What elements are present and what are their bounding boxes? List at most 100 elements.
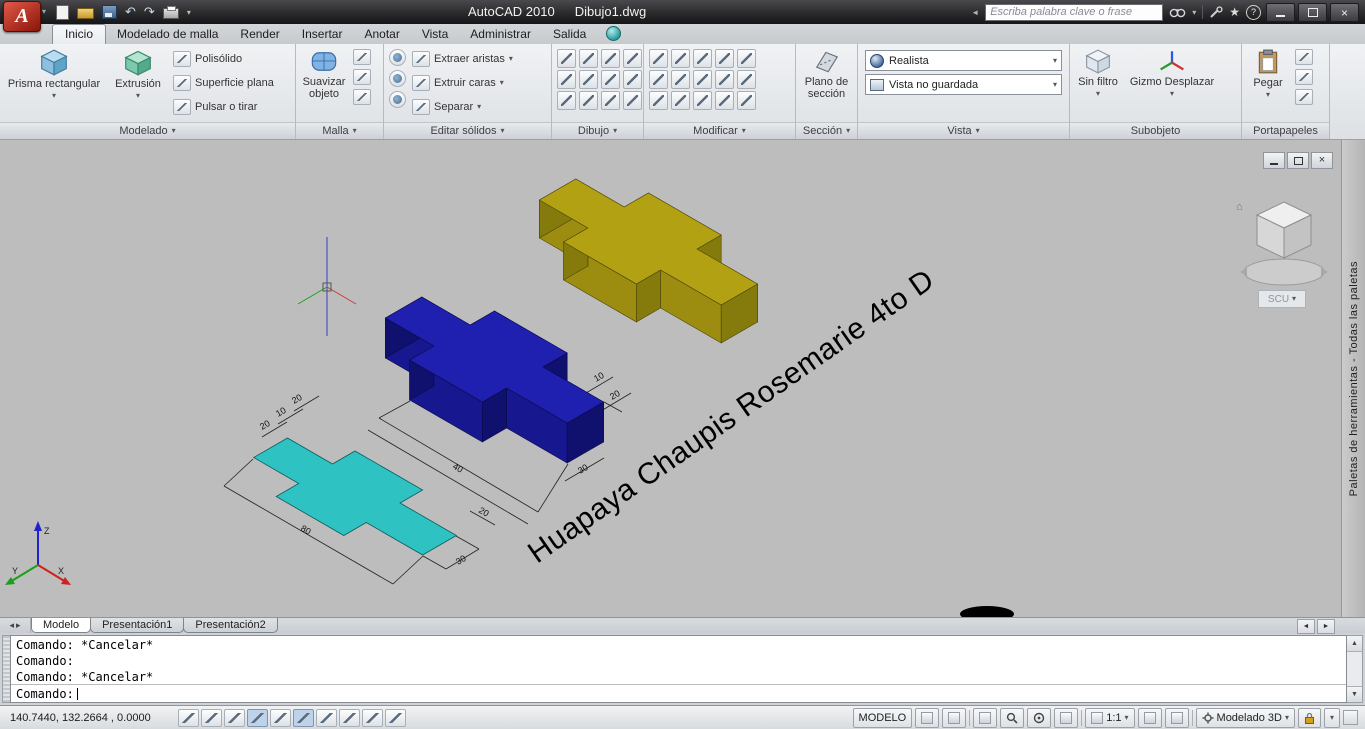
boolean-operation-icon[interactable] <box>389 91 406 108</box>
draw-tool-icon[interactable] <box>557 49 576 68</box>
quick-view-layouts-button[interactable] <box>915 707 940 728</box>
layout-tab-scroll-control[interactable]: ◂ ▸ <box>0 618 31 633</box>
command-scrollbar[interactable]: ▲ ▼ <box>1347 635 1363 703</box>
annotation-visibility-button[interactable] <box>1137 707 1162 728</box>
viewcube[interactable]: ⌂ <box>1232 188 1336 300</box>
dim-text[interactable]: 40 <box>451 461 465 475</box>
status-toggle-icon[interactable] <box>178 708 199 727</box>
gizmo-desplazar-button[interactable]: Gizmo Desplazar ▾ <box>1124 47 1220 98</box>
dim-text[interactable]: 30 <box>454 553 468 567</box>
panel-label-subobjeto[interactable]: Subobjeto <box>1070 122 1241 139</box>
polisolido-button[interactable]: Polisólido <box>170 47 277 71</box>
panel-label-modificar[interactable]: Modificar ▾ <box>644 122 795 139</box>
tab-administrar[interactable]: Administrar <box>459 25 542 44</box>
tool-palettes-bar[interactable]: Paletas de herramientas - Todas las pale… <box>1341 140 1365 617</box>
zoom-button[interactable] <box>1000 707 1025 728</box>
viewcube-home-icon[interactable]: ⌂ <box>1236 201 1243 213</box>
tab-salida[interactable]: Salida <box>542 25 597 44</box>
modify-tool-icon[interactable] <box>671 91 690 110</box>
pegar-button[interactable]: Pegar ▾ <box>1244 47 1292 99</box>
draw-tool-icon[interactable] <box>623 70 642 89</box>
draw-tool-icon[interactable] <box>601 70 620 89</box>
draw-tool-icon[interactable] <box>557 70 576 89</box>
dim-text[interactable]: 80 <box>299 523 313 537</box>
quick-view-drawings-button[interactable] <box>942 707 967 728</box>
viewcube-rotate-right-icon[interactable] <box>1321 268 1328 276</box>
panel-label-vista[interactable]: Vista ▾ <box>858 122 1069 139</box>
boolean-operation-icon[interactable] <box>389 49 406 66</box>
tab-anotar[interactable]: Anotar <box>353 25 410 44</box>
toolbar-lock-button[interactable] <box>1297 707 1321 728</box>
solid-blue[interactable] <box>384 296 605 464</box>
scu-dropdown[interactable]: SCU ▾ <box>1258 290 1306 308</box>
restore-button[interactable] <box>1298 3 1327 22</box>
command-history[interactable]: Comando: *Cancelar* Comando: Comando: *C… <box>11 636 1346 684</box>
visual-style-dropdown[interactable]: Realista ▾ <box>865 50 1062 71</box>
suavizar-objeto-button[interactable]: Suavizar objeto <box>298 47 350 100</box>
sin-filtro-button[interactable]: Sin filtro ▾ <box>1072 47 1124 98</box>
communication-center-icon[interactable] <box>1209 5 1223 19</box>
modify-tool-icon[interactable] <box>649 49 668 68</box>
status-toggle-icon[interactable] <box>224 708 245 727</box>
draw-tool-icon[interactable] <box>623 49 642 68</box>
draw-tool-icon[interactable] <box>623 91 642 110</box>
modify-tool-icon[interactable] <box>649 91 668 110</box>
drawing-viewport[interactable]: 20 10 20 80 30 20 40 30 10 20 Huapaya Ch… <box>0 140 1365 617</box>
dim-text[interactable]: 20 <box>258 418 272 432</box>
modify-tool-icon[interactable] <box>671 70 690 89</box>
named-view-dropdown[interactable]: Vista no guardada ▾ <box>865 74 1062 95</box>
status-toggle-icon[interactable] <box>247 708 268 727</box>
status-toggle-icon[interactable] <box>201 708 222 727</box>
model-space-button[interactable]: MODELO <box>852 707 913 728</box>
autoscale-button[interactable] <box>1164 707 1189 728</box>
command-input-line[interactable]: Comando: <box>11 684 1346 702</box>
new-drawing-icon[interactable] <box>56 4 69 20</box>
scroll-down-button[interactable]: ▼ <box>1347 686 1362 702</box>
application-menu-button[interactable]: A <box>3 1 41 32</box>
express-tools-icon[interactable] <box>606 26 622 41</box>
coordinates-readout[interactable]: 140.7440, 132.2664 , 0.0000 <box>4 712 174 724</box>
tab-vista[interactable]: Vista <box>411 25 459 44</box>
solid-yellow[interactable] <box>538 178 759 344</box>
workspace-switcher[interactable]: Modelado 3D ▾ <box>1195 707 1295 728</box>
draw-tool-icon[interactable] <box>601 49 620 68</box>
extrusion-button[interactable]: Extrusión ▾ <box>106 47 170 100</box>
superficie-plana-button[interactable]: Superficie plana <box>170 71 277 95</box>
redo-icon[interactable]: ↷ <box>144 5 155 19</box>
help-icon[interactable]: ? <box>1246 4 1261 20</box>
infocenter-collapse-icon[interactable]: ◄ <box>971 8 979 17</box>
dim-text[interactable]: 20 <box>290 392 304 406</box>
clean-screen-button[interactable] <box>1343 710 1358 725</box>
modify-tool-icon[interactable] <box>737 91 756 110</box>
clipboard-tool-icon[interactable] <box>1295 69 1313 85</box>
status-toggle-icon[interactable] <box>293 708 314 727</box>
modify-tool-icon[interactable] <box>715 70 734 89</box>
app-menu-caret-icon[interactable]: ▾ <box>42 7 46 16</box>
mesh-tool-icon[interactable] <box>353 49 371 65</box>
pulsar-o-tirar-button[interactable]: Pulsar o tirar <box>170 95 277 119</box>
drawing-object-blob[interactable] <box>960 606 1014 617</box>
drawing-restore-button[interactable] <box>1287 152 1309 169</box>
tab-inicio[interactable]: Inicio <box>52 24 107 44</box>
undo-icon[interactable]: ↶ <box>125 5 136 19</box>
modify-tool-icon[interactable] <box>737 49 756 68</box>
dim-text[interactable]: 10 <box>592 370 606 384</box>
command-window-grip[interactable] <box>2 635 10 703</box>
boolean-operation-icon[interactable] <box>389 70 406 87</box>
viewcube-rotate-left-icon[interactable] <box>1240 268 1247 276</box>
status-toggle-icon[interactable] <box>270 708 291 727</box>
drawing-minimize-button[interactable] <box>1263 152 1285 169</box>
binoculars-search-icon[interactable] <box>1169 6 1186 19</box>
status-toggle-icon[interactable] <box>385 708 406 727</box>
close-button[interactable]: × <box>1330 3 1359 22</box>
favorites-star-icon[interactable]: ★ <box>1229 6 1240 18</box>
separar-button[interactable]: Separar ▾ <box>409 95 516 119</box>
qat-customize-caret-icon[interactable]: ▾ <box>187 8 191 17</box>
tab-modelado-de-malla[interactable]: Modelado de malla <box>106 25 229 44</box>
clipboard-tool-icon[interactable] <box>1295 89 1313 105</box>
drawing-close-button[interactable]: × <box>1311 152 1333 169</box>
open-file-icon[interactable] <box>77 8 94 19</box>
status-bar-menu-button[interactable]: ▾ <box>1323 707 1340 728</box>
panel-label-dibujo[interactable]: Dibujo ▾ <box>552 122 643 139</box>
tab-presentacion2[interactable]: Presentación2 <box>183 618 278 633</box>
